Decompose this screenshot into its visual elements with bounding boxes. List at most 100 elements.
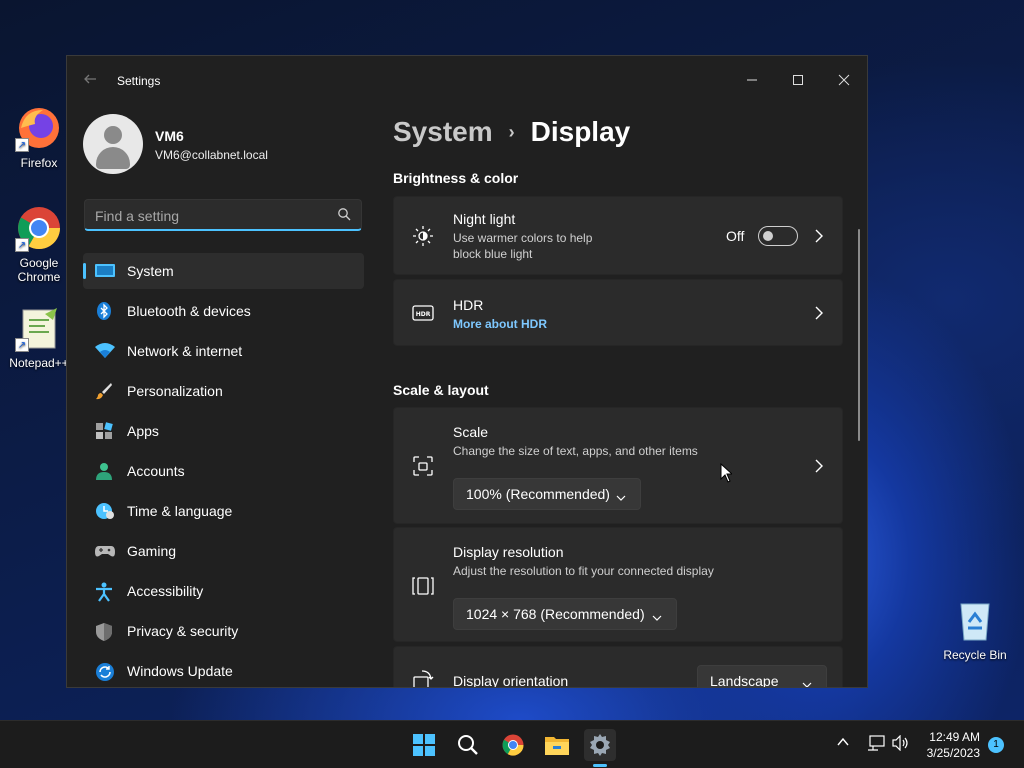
back-arrow-icon[interactable]: [83, 72, 99, 88]
display-resolution-description: Adjust the resolution to fit your connec…: [453, 564, 714, 578]
sidebar-nav: System Bluetooth & devices Network & int…: [83, 253, 364, 687]
recycle-bin-icon: [951, 596, 999, 644]
scale-card[interactable]: Scale Change the size of text, apps, and…: [393, 407, 843, 524]
sidebar-item-label: Personalization: [127, 383, 223, 399]
clock-time: 12:49 AM: [929, 730, 980, 744]
accounts-icon: [95, 462, 113, 480]
chevron-up-icon[interactable]: [836, 735, 850, 752]
notepadpp-icon: ↗: [15, 304, 63, 352]
sidebar-item-label: Privacy & security: [127, 623, 239, 639]
user-name: VM6: [155, 128, 184, 144]
sidebar-item-accessibility[interactable]: Accessibility: [83, 573, 364, 609]
chrome-icon: ↗: [15, 204, 63, 252]
page-title: Display: [530, 116, 631, 147]
clock-date: 3/25/2023: [926, 746, 980, 760]
more-about-hdr-link[interactable]: More about HDR: [453, 317, 547, 331]
sidebar-item-apps[interactable]: Apps: [83, 413, 364, 449]
display-orientation-card[interactable]: Display orientation Landscape: [393, 646, 843, 688]
display-resolution-card[interactable]: Display resolution Adjust the resolution…: [393, 527, 843, 642]
section-title-brightness: Brightness & color: [393, 170, 519, 186]
sidebar-item-privacy[interactable]: Privacy & security: [83, 613, 364, 649]
sidebar-item-personalization[interactable]: Personalization: [83, 373, 364, 409]
night-light-card[interactable]: Night light Use warmer colors to help bl…: [393, 196, 843, 275]
search-input[interactable]: [95, 206, 325, 226]
sidebar-item-gaming[interactable]: Gaming: [83, 533, 364, 569]
sidebar-item-label: Bluetooth & devices: [127, 303, 251, 319]
chevron-right-icon[interactable]: [814, 459, 824, 473]
chevron-right-icon[interactable]: [814, 306, 824, 320]
sidebar-item-label: Accounts: [127, 463, 185, 479]
sidebar-item-windows-update[interactable]: Windows Update: [83, 653, 364, 687]
active-app-indicator: [593, 764, 607, 767]
system-icon: [95, 262, 115, 280]
desktop-icon-chrome[interactable]: ↗ Google Chrome: [4, 204, 74, 284]
settings-icon[interactable]: [584, 729, 616, 761]
sidebar-item-label: Time & language: [127, 503, 233, 519]
sidebar-item-bluetooth[interactable]: Bluetooth & devices: [83, 293, 364, 329]
firefox-icon: ↗: [15, 104, 63, 152]
start-icon[interactable]: [408, 729, 440, 761]
content-scrollbar[interactable]: [858, 229, 860, 441]
clock[interactable]: 12:49 AM 3/25/2023: [927, 729, 980, 761]
file-explorer-icon[interactable]: [541, 729, 573, 761]
resolution-dropdown-value: 1024 × 768 (Recommended): [466, 606, 645, 622]
desktop-icon-label: Notepad++: [9, 356, 69, 370]
orientation-dropdown[interactable]: Landscape: [697, 665, 827, 688]
chrome-icon[interactable]: [497, 729, 529, 761]
search-box[interactable]: [84, 199, 362, 231]
maximize-button[interactable]: [775, 64, 821, 96]
minimize-button[interactable]: [729, 64, 775, 96]
desktop-icon-label: Firefox: [20, 156, 58, 170]
night-light-title: Night light: [453, 211, 516, 227]
sidebar-item-accounts[interactable]: Accounts: [83, 453, 364, 489]
brush-icon: [95, 382, 113, 400]
scale-description: Change the size of text, apps, and other…: [453, 444, 698, 458]
night-light-state: Off: [726, 228, 745, 244]
section-title-scale-layout: Scale & layout: [393, 382, 489, 398]
sidebar-item-label: Network & internet: [127, 343, 243, 359]
sidebar-item-system[interactable]: System: [83, 253, 364, 289]
breadcrumb-parent[interactable]: System: [393, 116, 493, 148]
search-icon[interactable]: [337, 207, 351, 221]
hdr-card[interactable]: HDR HDR More about HDR: [393, 279, 843, 346]
wifi-icon: [95, 342, 115, 360]
sidebar: VM6 VM6@collabnet.local System Bluetooth…: [67, 104, 377, 687]
orientation-icon: [412, 669, 434, 687]
desktop-icon-firefox[interactable]: ↗ Firefox: [4, 104, 74, 170]
notification-badge[interactable]: 1: [988, 737, 1004, 753]
desktop-icon-notepadpp[interactable]: ↗ Notepad++: [4, 304, 74, 370]
orientation-dropdown-value: Landscape: [710, 673, 779, 688]
scale-dropdown-value: 100% (Recommended): [466, 486, 610, 502]
user-email: VM6@collabnet.local: [155, 148, 268, 162]
accessibility-icon: [95, 582, 113, 602]
update-icon: [95, 662, 114, 681]
network-icon[interactable]: [867, 735, 885, 754]
shield-icon: [95, 622, 113, 641]
volume-icon[interactable]: [892, 734, 910, 754]
hdr-icon: HDR: [412, 302, 434, 324]
gamepad-icon: [95, 542, 115, 560]
desktop-icon-recycle-bin[interactable]: Recycle Bin: [940, 596, 1010, 662]
display-resolution-title: Display resolution: [453, 544, 564, 560]
night-light-toggle[interactable]: [758, 226, 798, 246]
title-bar[interactable]: Settings: [67, 56, 867, 104]
sidebar-item-network[interactable]: Network & internet: [83, 333, 364, 369]
avatar[interactable]: [83, 114, 143, 174]
settings-window: Settings VM6 VM6@collabnet.local Find a …: [66, 55, 868, 688]
search-icon[interactable]: [452, 729, 484, 761]
sidebar-item-label: Gaming: [127, 543, 177, 559]
bluetooth-icon: [95, 302, 113, 320]
breadcrumb-separator: ›: [508, 121, 515, 142]
chevron-down-icon: [652, 610, 662, 621]
mouse-cursor-icon: [720, 462, 734, 483]
hdr-title: HDR: [453, 297, 484, 313]
night-light-description: Use warmer colors to help block blue lig…: [453, 231, 593, 261]
svg-text:HDR: HDR: [416, 311, 431, 318]
scale-dropdown[interactable]: 100% (Recommended): [453, 478, 641, 510]
chevron-right-icon[interactable]: [814, 229, 824, 243]
scale-icon: [412, 455, 434, 477]
sidebar-item-time-language[interactable]: Time & language: [83, 493, 364, 529]
close-button[interactable]: [821, 64, 867, 96]
resolution-dropdown[interactable]: 1024 × 768 (Recommended): [453, 598, 677, 630]
desktop-icon-label: Recycle Bin: [943, 648, 1007, 662]
